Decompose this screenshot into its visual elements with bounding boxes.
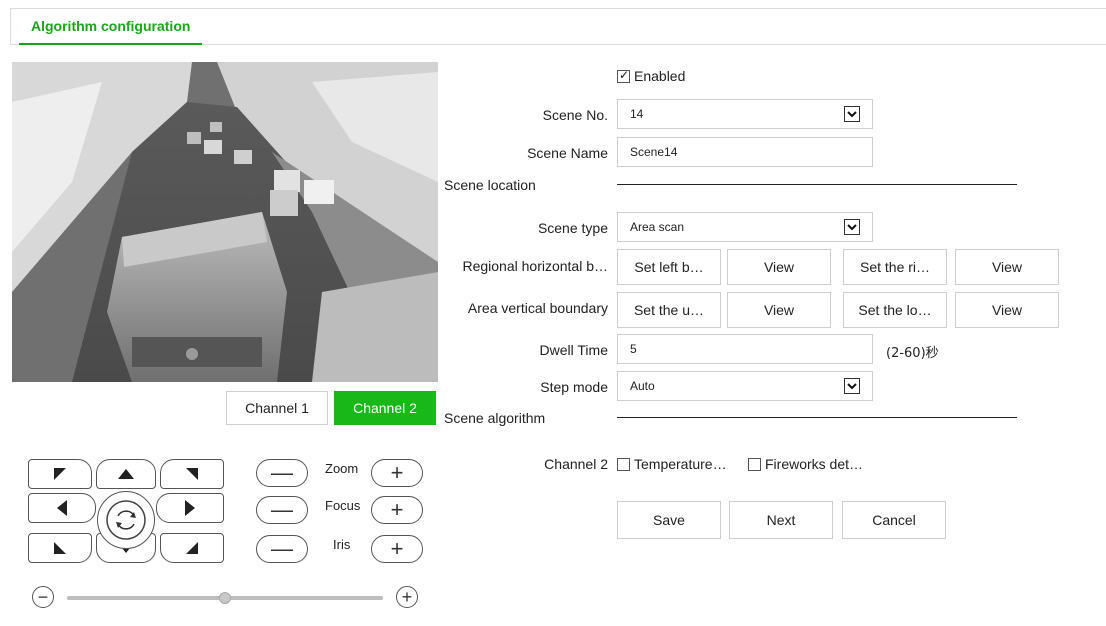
enabled-checkbox-row[interactable]: Enabled: [617, 68, 685, 84]
channel-2-button[interactable]: Channel 2: [334, 391, 436, 425]
focus-near-button[interactable]: —: [256, 496, 308, 524]
scene-location-section-label: Scene location: [444, 177, 536, 193]
tab-algorithm-configuration[interactable]: Algorithm configuration: [19, 9, 203, 45]
area-vertical-label: Area vertical boundary: [467, 300, 608, 316]
thermal-camera-frame: [12, 62, 438, 382]
arrow-down-left-icon: [54, 542, 66, 554]
set-lower-boundary-button[interactable]: Set the lo…: [843, 292, 947, 328]
speed-slider-thumb[interactable]: [219, 592, 231, 604]
zoom-label: Zoom: [325, 461, 359, 476]
scene-location-divider: [617, 184, 1017, 185]
step-mode-label: Step mode: [540, 379, 608, 395]
arrow-up-right-icon: [186, 468, 198, 480]
ptz-right-button[interactable]: [156, 493, 224, 523]
scene-no-select[interactable]: 14: [617, 99, 873, 129]
fireworks-label: Fireworks det…: [765, 456, 864, 472]
arrow-up-left-icon: [54, 468, 66, 480]
scene-no-value: 14: [630, 107, 644, 121]
focus-far-button[interactable]: +: [371, 496, 423, 524]
ptz-down-right-button[interactable]: [160, 533, 224, 563]
next-button[interactable]: Next: [729, 501, 833, 539]
scene-type-select[interactable]: Area scan: [617, 212, 873, 242]
scene-no-label: Scene No.: [542, 107, 608, 123]
cancel-button[interactable]: Cancel: [842, 501, 946, 539]
tab-bar: Algorithm configuration: [10, 8, 1106, 45]
view-horizontal-right-button[interactable]: View: [955, 249, 1059, 285]
enabled-label: Enabled: [634, 68, 686, 84]
ptz-down-left-button[interactable]: [28, 533, 92, 563]
channel-algorithms-label: Channel 2: [544, 456, 608, 472]
chevron-down-icon: [844, 378, 860, 394]
scene-name-input[interactable]: Scene14: [617, 137, 873, 167]
zoom-out-button[interactable]: —: [256, 459, 308, 487]
zoom-in-button[interactable]: +: [371, 459, 423, 487]
set-upper-boundary-button[interactable]: Set the u…: [617, 292, 721, 328]
view-horizontal-left-button[interactable]: View: [727, 249, 831, 285]
speed-decrease-button[interactable]: −: [32, 586, 54, 608]
fireworks-option[interactable]: Fireworks det…: [748, 456, 863, 472]
temperature-label: Temperature…: [634, 456, 727, 472]
step-mode-select[interactable]: Auto: [617, 371, 873, 401]
view-vertical-lower-button[interactable]: View: [955, 292, 1059, 328]
scene-type-value: Area scan: [630, 220, 685, 234]
ptz-auto-rotate-button[interactable]: [97, 491, 155, 549]
fireworks-checkbox[interactable]: [748, 458, 761, 471]
scene-algorithm-section-label: Scene algorithm: [444, 410, 546, 426]
ptz-up-left-button[interactable]: [28, 459, 92, 489]
temperature-checkbox[interactable]: [617, 458, 630, 471]
scene-name-label: Scene Name: [527, 145, 608, 161]
arrow-up-icon: [118, 469, 134, 479]
scene-algorithm-divider: [617, 417, 1017, 418]
video-preview: [12, 62, 438, 382]
step-mode-value: Auto: [630, 379, 655, 393]
rotate-icon: [106, 500, 146, 540]
save-button[interactable]: Save: [617, 501, 721, 539]
temperature-option[interactable]: Temperature…: [617, 456, 727, 472]
arrow-right-icon: [185, 500, 195, 516]
set-right-boundary-button[interactable]: Set the ri…: [843, 249, 947, 285]
set-left-boundary-button[interactable]: Set left b…: [617, 249, 721, 285]
speed-increase-button[interactable]: +: [396, 586, 418, 608]
dwell-time-label: Dwell Time: [539, 342, 608, 358]
regional-horizontal-label: Regional horizontal b…: [462, 258, 608, 274]
iris-close-button[interactable]: —: [256, 535, 308, 563]
chevron-down-icon: [844, 106, 860, 122]
ptz-up-button[interactable]: [96, 459, 156, 489]
ptz-left-button[interactable]: [28, 493, 96, 523]
channel-1-button[interactable]: Channel 1: [226, 391, 328, 425]
chevron-down-icon: [844, 219, 860, 235]
iris-label: Iris: [333, 537, 351, 552]
ptz-up-right-button[interactable]: [160, 459, 224, 489]
dwell-time-input[interactable]: 5: [617, 334, 873, 364]
arrow-down-right-icon: [186, 542, 198, 554]
view-vertical-upper-button[interactable]: View: [727, 292, 831, 328]
focus-label: Focus: [325, 498, 361, 513]
iris-open-button[interactable]: +: [371, 535, 423, 563]
enabled-checkbox[interactable]: [617, 68, 630, 83]
dwell-time-hint: (2-60)秒: [886, 346, 939, 361]
scene-type-label: Scene type: [537, 220, 608, 236]
arrow-left-icon: [57, 500, 67, 516]
